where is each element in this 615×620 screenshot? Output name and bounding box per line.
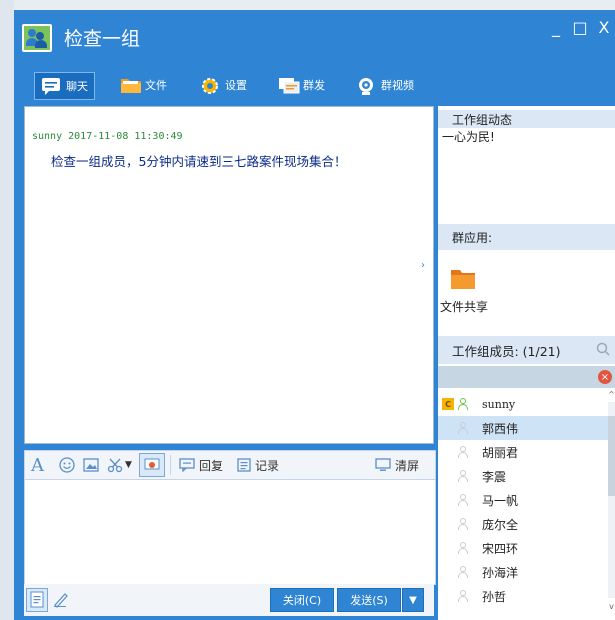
member-row[interactable]: 宋四环: [438, 536, 608, 560]
bottom-bar: 关闭(C) 发送(S) ▼: [24, 584, 434, 616]
scroll-down-icon[interactable]: v: [608, 602, 615, 612]
chevron-down-icon[interactable]: ▼: [125, 455, 132, 475]
toolbar-divider: [170, 455, 171, 475]
member-name: 宋四环: [482, 541, 519, 556]
tab-chat-label: 聊天: [66, 80, 88, 93]
member-search-input[interactable]: [438, 366, 615, 388]
input-toolbar: A ▼ 回复 记录 清屏: [24, 450, 436, 480]
shared-folder-app[interactable]: 文件共享: [438, 266, 518, 316]
group-logo-icon: [22, 24, 52, 52]
member-row-selected[interactable]: 郭西伟: [438, 416, 608, 440]
record-icon: [237, 458, 251, 472]
member-row[interactable]: 李震: [438, 464, 608, 488]
member-name: sunny: [482, 397, 516, 411]
message-time: 2017-11-08 11:30:49: [68, 131, 183, 142]
member-name: 李震: [482, 469, 507, 484]
desktop-strip: [0, 0, 14, 620]
title-bar[interactable]: 检查一组 _ □ X: [14, 10, 615, 66]
reply-button[interactable]: 回复: [179, 455, 223, 475]
window-title: 检查一组: [64, 28, 141, 50]
send-button[interactable]: 发送(S): [337, 588, 401, 612]
offline-user-icon: [458, 590, 468, 602]
member-name: 马一帆: [482, 493, 519, 508]
offline-user-icon: [458, 542, 468, 554]
reply-icon: [179, 458, 195, 472]
member-name: 孙哲: [482, 589, 507, 604]
member-name: 胡丽君: [482, 445, 519, 460]
video-icon: [356, 76, 376, 95]
scrollbar-thumb[interactable]: [608, 416, 615, 496]
member-row[interactable]: 庞尔全: [438, 512, 608, 536]
member-row[interactable]: C sunny: [438, 392, 608, 416]
online-user-icon: [458, 398, 468, 410]
pen-icon[interactable]: [52, 590, 70, 611]
member-list: C sunny 郭西伟 胡丽君 李震 马一帆 庞尔全 宋四环 孙海洋 孙哲 ^ …: [438, 390, 615, 620]
clear-screen-button[interactable]: 清屏: [375, 455, 419, 475]
members-header-label: 工作组成员: (1/21): [452, 343, 561, 359]
maximize-button[interactable]: □: [570, 18, 590, 37]
tab-group-video-label: 群视频: [381, 79, 414, 92]
tab-group-video[interactable]: 群视频: [350, 72, 420, 98]
tab-settings-label: 设置: [225, 79, 247, 92]
tab-files[interactable]: 文件: [114, 72, 173, 98]
offline-user-icon: [458, 494, 468, 506]
member-scrollbar[interactable]: [608, 402, 615, 598]
offline-user-icon: [458, 446, 468, 458]
tab-settings[interactable]: 设置: [194, 72, 253, 98]
member-row[interactable]: 胡丽君: [438, 440, 608, 464]
monitor-icon: [375, 458, 391, 471]
offline-user-icon: [458, 566, 468, 578]
shared-folder-label: 文件共享: [440, 300, 489, 314]
expand-arrow-icon[interactable]: ›: [421, 260, 425, 271]
reply-label: 回复: [199, 458, 224, 473]
member-name: 郭西伟: [482, 421, 519, 436]
creator-badge-icon: C: [442, 398, 454, 410]
broadcast-icon: [278, 76, 300, 94]
tab-files-label: 文件: [145, 79, 167, 92]
clear-screen-label: 清屏: [395, 458, 420, 473]
clear-search-icon[interactable]: ×: [598, 370, 612, 384]
chat-icon: [41, 77, 61, 95]
font-button[interactable]: A: [31, 455, 44, 476]
document-icon[interactable]: [26, 588, 48, 612]
offline-user-icon: [458, 422, 468, 434]
apps-header: 群应用:: [438, 224, 615, 250]
scissors-icon[interactable]: [107, 455, 123, 475]
search-icon[interactable]: [596, 342, 610, 359]
right-panel: 工作组动态 一心为民! 群应用: 文件共享 工作组成员: (1/21) × C …: [438, 106, 615, 620]
message-sender: sunny: [32, 131, 63, 142]
offline-user-icon: [458, 518, 468, 530]
offline-user-icon: [458, 470, 468, 482]
news-text: 一心为民!: [442, 130, 495, 144]
members-header: 工作组成员: (1/21): [438, 336, 615, 364]
member-row[interactable]: 马一帆: [438, 488, 608, 512]
member-row[interactable]: 孙哲: [438, 584, 608, 608]
close-chat-button[interactable]: 关闭(C): [270, 588, 334, 612]
message-meta: sunny 2017-11-08 11:30:49: [32, 131, 183, 142]
screenshot-toggle-icon[interactable]: [139, 453, 165, 477]
chat-history[interactable]: sunny 2017-11-08 11:30:49 检查一组成员，5分钟内请速到…: [24, 106, 434, 444]
tab-broadcast[interactable]: 群发: [272, 72, 331, 98]
member-row[interactable]: 孙海洋: [438, 560, 608, 584]
folder-icon: [120, 76, 141, 94]
scroll-up-icon[interactable]: ^: [608, 390, 615, 400]
image-icon[interactable]: [83, 455, 99, 475]
member-name: 孙海洋: [482, 565, 519, 580]
minimize-button[interactable]: _: [546, 18, 566, 37]
close-button[interactable]: X: [594, 18, 614, 37]
record-label: 记录: [255, 458, 280, 473]
tab-chat[interactable]: 聊天: [34, 72, 95, 100]
emoji-icon[interactable]: [59, 455, 75, 475]
message-text: 检查一组成员，5分钟内请速到三七路案件现场集合！: [51, 154, 347, 169]
tab-broadcast-label: 群发: [303, 79, 325, 92]
member-name: 庞尔全: [482, 517, 519, 532]
news-header: 工作组动态: [438, 110, 615, 128]
message-input[interactable]: [24, 479, 436, 585]
group-chat-window: 检查一组 _ □ X 聊天 文件 设置 群发 群视频 sunny 2017-11…: [14, 10, 615, 620]
record-button[interactable]: 记录: [237, 455, 279, 475]
main-toolbar: 聊天 文件 设置 群发 群视频: [14, 68, 615, 102]
shared-folder-icon: [450, 266, 476, 293]
gear-icon: [200, 76, 220, 94]
send-options-chevron-icon[interactable]: ▼: [402, 588, 424, 612]
